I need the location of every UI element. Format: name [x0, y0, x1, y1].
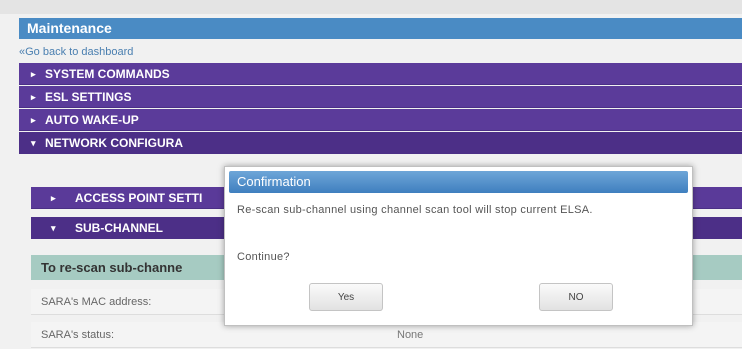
chevron-down-icon: ▾: [51, 223, 56, 233]
dialog-message: Re-scan sub-channel using channel scan t…: [237, 204, 593, 216]
confirmation-dialog: Confirmation Re-scan sub-channel using c…: [224, 166, 693, 326]
top-strip: [0, 0, 742, 14]
subsection-label: ACCESS POINT SETTI: [75, 191, 203, 205]
dialog-title: Confirmation: [229, 171, 688, 193]
section-label: AUTO WAKE-UP: [45, 113, 139, 127]
section-system-commands[interactable]: ▸ SYSTEM COMMANDS: [19, 63, 742, 85]
section-label: NETWORK CONFIGURA: [45, 136, 183, 150]
chevron-right-icon: ▸: [31, 69, 36, 79]
back-link-label: Go back to dashboard: [25, 46, 134, 58]
section-esl-settings[interactable]: ▸ ESL SETTINGS: [19, 86, 742, 108]
subsection-label: SUB-CHANNEL: [75, 221, 163, 235]
back-to-dashboard-link[interactable]: «Go back to dashboard: [19, 44, 133, 60]
dialog-question: Continue?: [237, 251, 290, 263]
section-label: SYSTEM COMMANDS: [45, 67, 170, 81]
chevron-down-icon: ▾: [31, 138, 36, 148]
section-auto-wake-up[interactable]: ▸ AUTO WAKE-UP: [19, 109, 742, 131]
maintenance-page: Maintenance «Go back to dashboard ▸ SYST…: [0, 0, 742, 349]
chevron-right-icon: ▸: [31, 115, 36, 125]
page-title: Maintenance: [19, 18, 742, 39]
chevron-right-icon: ▸: [31, 92, 36, 102]
section-network-configuration[interactable]: ▾ NETWORK CONFIGURA: [19, 132, 742, 154]
yes-button[interactable]: Yes: [309, 283, 383, 311]
section-label: ESL SETTINGS: [45, 90, 132, 104]
chevron-right-icon: ▸: [51, 193, 56, 203]
field-label: SARA's status:: [41, 329, 115, 341]
no-button[interactable]: NO: [539, 283, 613, 311]
field-label: SARA's MAC address:: [41, 296, 152, 308]
